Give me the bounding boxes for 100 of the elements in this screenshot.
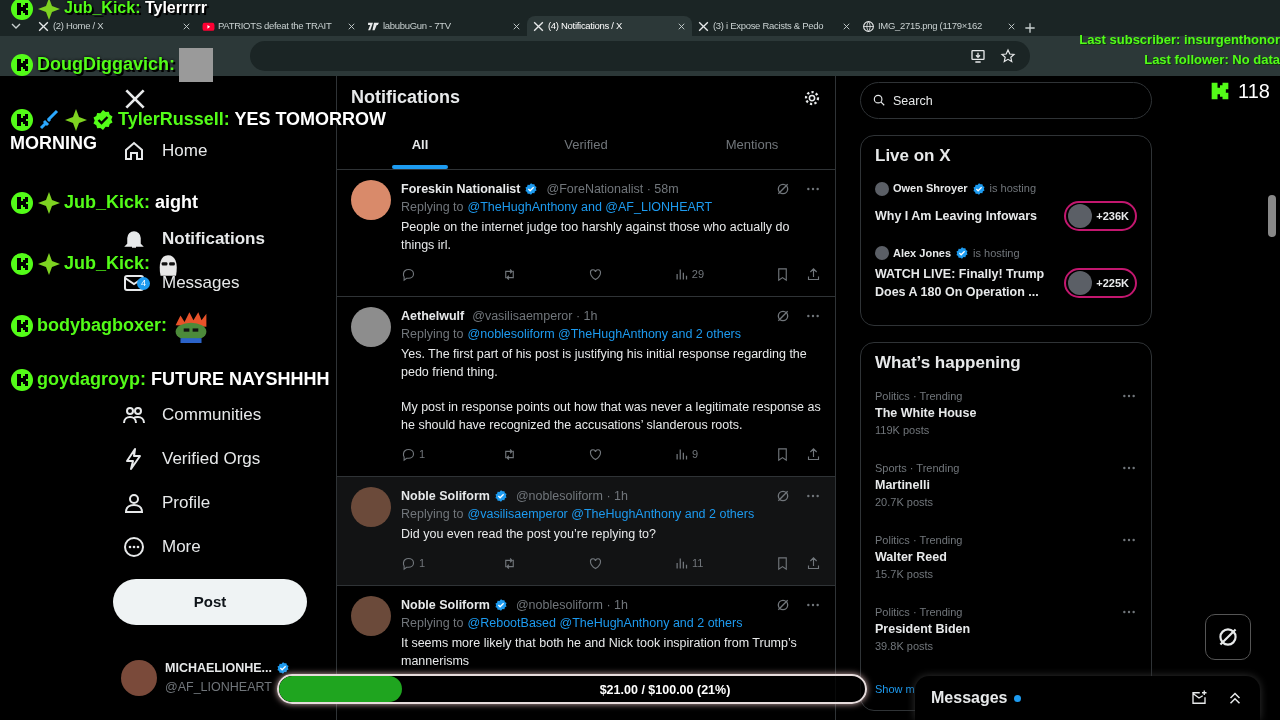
kick-badge-icon <box>10 191 34 216</box>
chat-message: YES TOMORROW <box>234 109 387 129</box>
trend-category: Politics · Trending <box>875 604 964 620</box>
repost-button[interactable] <box>502 446 517 462</box>
goal-label: $21.00 / $100.00 (21%) <box>599 682 731 699</box>
trend-count: 15.7K posts <box>875 567 935 583</box>
notification-tab[interactable]: Verified <box>503 120 669 169</box>
space-title[interactable]: Why I Am Leaving Infowars <box>875 206 1050 225</box>
notification-tab[interactable]: Mentions <box>669 120 835 169</box>
slashed-circle-icon[interactable] <box>775 308 791 324</box>
install-icon[interactable] <box>970 48 986 64</box>
browser-tab[interactable]: IMG_2715.png (1179×162 <box>857 16 1022 36</box>
reply-mentions[interactable]: @noblesoliform @TheHughAnthony and 2 others <box>467 325 741 343</box>
share-button[interactable] <box>806 555 821 571</box>
author-handle: @noblesoliform · 1h <box>515 488 628 505</box>
chat-message: FUTURE NAYSHHHH <box>151 369 330 389</box>
bookmark-star-icon[interactable] <box>1000 48 1016 64</box>
new-message-icon[interactable] <box>1190 689 1208 707</box>
reply-label: Replying to <box>401 199 464 216</box>
search-field[interactable]: Search <box>860 82 1152 119</box>
reply-mentions[interactable]: @vasilisaemperor @TheHughAnthony and 2 others <box>467 505 755 523</box>
author-name[interactable]: Foreskin Nationalist <box>401 180 521 198</box>
trend-count: 20.7K posts <box>875 495 935 511</box>
share-button[interactable] <box>806 266 821 282</box>
repost-button[interactable] <box>502 555 517 571</box>
share-icon <box>806 555 821 571</box>
slashed-circle-icon[interactable] <box>775 181 791 197</box>
listeners-pill[interactable]: +236K <box>1064 200 1137 231</box>
share-button[interactable] <box>806 446 821 462</box>
bookmark-button[interactable] <box>775 555 790 571</box>
trend-topic[interactable]: Martinelli <box>875 476 960 495</box>
sparkle-icon <box>37 252 61 277</box>
avatar-placeholder[interactable] <box>351 307 391 347</box>
views-button[interactable]: 9 <box>674 445 704 463</box>
post-card[interactable]: Foreskin Nationalist @ForeNationalist · 58m Replying to @TheHughAnthony and @AF_LIONHEART People on the internet judge too harshly against those who actually do things irl. 29 <box>337 170 835 297</box>
views-button[interactable]: 29 <box>673 265 705 283</box>
chat-username: goydagroyp: <box>37 369 146 389</box>
avatar-placeholder[interactable] <box>351 180 391 220</box>
browser-tab[interactable]: (3) i Expose Racists & Pedo <box>692 16 857 36</box>
more-icon <box>122 535 146 559</box>
bookmark-button[interactable] <box>775 266 790 282</box>
author-handle: @noblesoliform · 1h <box>515 597 628 614</box>
card-title: What’s happening <box>875 353 1022 374</box>
chat-username: Jub_Kick: <box>64 192 151 212</box>
new-tab-icon[interactable] <box>1022 20 1038 36</box>
emote-photo-placeholder <box>179 48 213 82</box>
trend-topic[interactable]: President Biden <box>875 620 971 639</box>
nav-item[interactable]: Home <box>113 141 214 161</box>
show-more-link[interactable]: Show m <box>875 682 915 695</box>
reply-mentions[interactable]: @TheHughAnthony and @AF_LIONHEART <box>467 198 713 216</box>
author-name[interactable]: Noble Soliform <box>401 596 490 614</box>
trend-category: Politics · Trending <box>875 388 964 404</box>
post-button[interactable]: Post <box>113 579 307 625</box>
nav-item[interactable]: Profile <box>113 493 217 513</box>
host-name[interactable]: Owen Shroyer <box>893 180 968 197</box>
slashed-circle-icon[interactable] <box>775 488 791 504</box>
author-name[interactable]: Aethelwulf <box>401 307 465 325</box>
listeners-pill[interactable]: +225K <box>1064 268 1137 299</box>
reply-label: Replying to <box>401 615 464 632</box>
scrollbar-thumb[interactable] <box>1268 195 1276 237</box>
kick-badge-icon <box>10 252 34 277</box>
post-text: Yes. The first part of his post is justifying his initial response regarding the pedo friend thing. <box>401 346 808 381</box>
like-button[interactable] <box>587 266 603 282</box>
space-title[interactable]: WATCH LIVE: Finally! Trump Does A 180 On Operation ... <box>875 265 1050 302</box>
post-card[interactable]: Noble Soliform @noblesoliform · 1h Replying to @vasilisaemperor @TheHughAnthony and 2 others Did you even read the post you’re replying to? 1 11 <box>337 477 835 586</box>
kick-badge-icon <box>10 314 34 338</box>
slashed-circle-icon[interactable] <box>775 597 791 613</box>
kick-badge-icon <box>10 368 34 393</box>
trend-topic[interactable]: Walter Reed <box>875 548 963 567</box>
messages-drawer[interactable]: Messages <box>915 676 1260 720</box>
author-name[interactable]: Noble Soliform <box>401 487 490 505</box>
reply-button[interactable]: 1 <box>401 445 431 463</box>
sparkle-icon <box>37 0 61 21</box>
reply-icon <box>401 555 416 571</box>
browser-tab[interactable]: (4) Notifications / X <box>527 16 692 36</box>
grok-button[interactable] <box>1205 614 1251 660</box>
post-card[interactable]: Noble Soliform @noblesoliform · 1h Replying to @RebootBased @TheHughAnthony and 2 others It seems more likely that both he and Nick took inspiration from Trump’s mannerisms <box>337 586 835 670</box>
like-button[interactable] <box>588 555 603 571</box>
like-button[interactable] <box>588 446 603 462</box>
hosting-label: is hosting <box>973 245 1020 261</box>
repost-icon <box>502 446 517 462</box>
reply-button[interactable]: 1 <box>401 554 431 572</box>
nav-item[interactable]: More <box>113 537 207 557</box>
views-button[interactable]: 11 <box>674 554 704 572</box>
home-icon <box>122 139 146 163</box>
nav-item[interactable]: Verified Orgs <box>113 449 267 469</box>
reply-mentions[interactable]: @RebootBased @TheHughAnthony and 2 others <box>467 614 743 632</box>
browser-tab[interactable]: PATRIOTS defeat the TRAIT <box>197 16 362 36</box>
nav-item[interactable]: Communities <box>113 405 268 425</box>
bookmark-button[interactable] <box>775 446 790 462</box>
chat-message: Tylerrrrr <box>144 0 207 17</box>
card-title: Live on X <box>875 146 952 167</box>
host-name[interactable]: Alex Jones <box>893 244 952 262</box>
browser-tab[interactable]: labubuGun - 7TV <box>362 16 527 36</box>
reply-icon <box>401 266 416 282</box>
settings-icon[interactable] <box>803 89 821 107</box>
hosting-label: is hosting <box>989 181 1037 197</box>
heart-icon <box>588 446 603 462</box>
nav-item[interactable]: Notifications <box>113 229 271 249</box>
trend-topic[interactable]: The White House <box>875 404 977 423</box>
